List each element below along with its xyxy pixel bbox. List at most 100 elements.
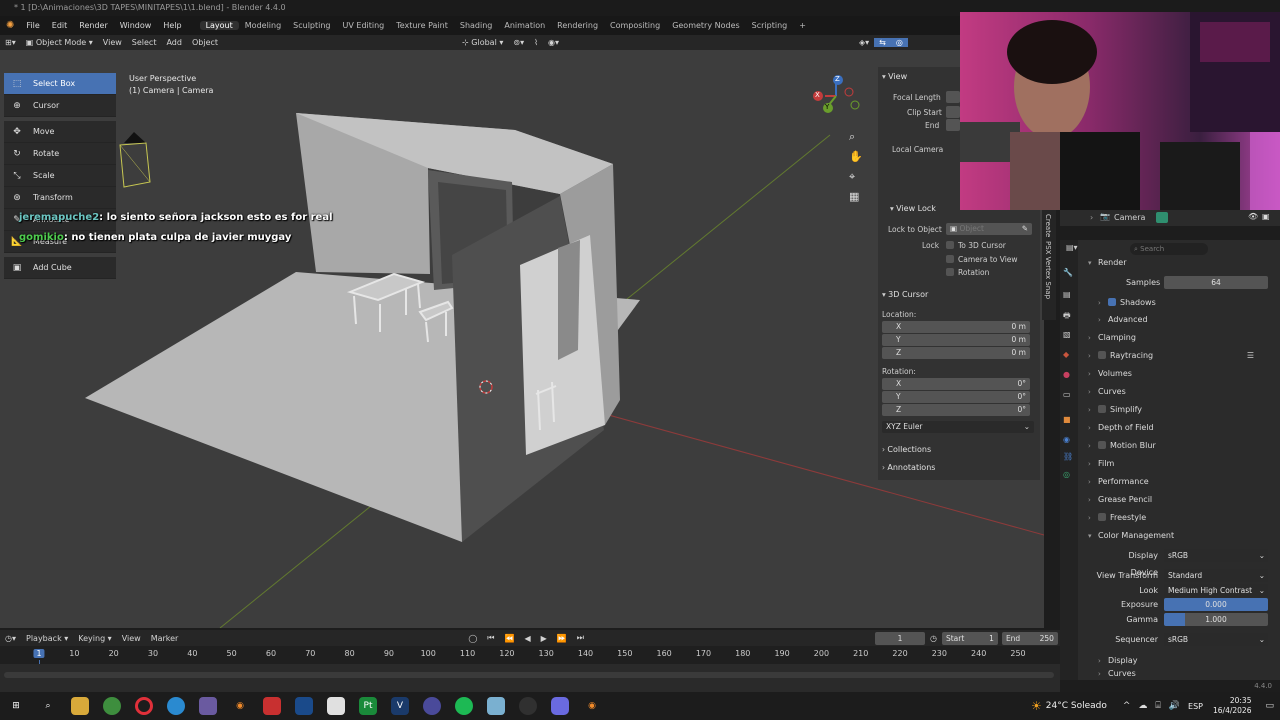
- tab-animation[interactable]: Animation: [498, 21, 551, 30]
- menu-timeline-view[interactable]: View: [117, 634, 146, 643]
- world-tab-icon[interactable]: ●: [1063, 370, 1070, 379]
- look-dropdown[interactable]: Medium High Contrast ⌄: [1164, 584, 1268, 597]
- collection-tab-icon[interactable]: ▭: [1063, 390, 1071, 399]
- checkbox[interactable]: [946, 268, 954, 276]
- start-frame-field[interactable]: Start 1: [941, 631, 998, 645]
- timeline-scrollbar[interactable]: [4, 672, 1054, 678]
- chrome-icon[interactable]: [103, 697, 121, 715]
- motion-blur-checkbox[interactable]: [1098, 441, 1106, 449]
- rotation-mode-dropdown[interactable]: XYZ Euler ⌄: [882, 421, 1034, 433]
- focal-length-field[interactable]: [946, 91, 960, 103]
- display-subsection[interactable]: › Display: [1098, 652, 1280, 669]
- props-editor-type-icon[interactable]: ▤▾: [1066, 243, 1078, 252]
- snap-icon[interactable]: ⌇: [529, 38, 543, 47]
- tool-move[interactable]: ✥ Move: [4, 121, 116, 143]
- rotation-z-field[interactable]: Z 0°: [882, 404, 1030, 416]
- scene-tab-icon[interactable]: ◆: [1063, 350, 1069, 359]
- timeline-editor-icon[interactable]: ◷▾: [0, 634, 21, 643]
- discord-icon[interactable]: [551, 697, 569, 715]
- prev-keyframe-icon[interactable]: ⏪: [500, 634, 520, 643]
- gizmo-toggle-icon[interactable]: ⇆: [874, 38, 891, 47]
- simplify-section[interactable]: › Simplify: [1088, 401, 1274, 418]
- editor-type-icon[interactable]: ⊞▾: [0, 38, 21, 47]
- tab-psx-vertex-snap[interactable]: PSX Vertex Snap: [1044, 241, 1052, 299]
- clamping-section[interactable]: › Clamping: [1088, 329, 1274, 346]
- menu-keying[interactable]: Keying ▾: [73, 634, 116, 643]
- physics-tab-icon[interactable]: ◉: [1063, 435, 1070, 444]
- clock-icon[interactable]: ◷: [925, 634, 942, 643]
- eyedropper-icon[interactable]: ✎: [1022, 223, 1028, 235]
- menu-render[interactable]: Render: [73, 21, 113, 30]
- rotation-x-field[interactable]: X 0°: [882, 378, 1030, 390]
- volumes-section[interactable]: › Volumes: [1088, 365, 1274, 382]
- display-device-dropdown[interactable]: sRGB ⌄: [1164, 549, 1268, 562]
- view-layer-tab-icon[interactable]: ▧: [1063, 330, 1071, 339]
- edge-icon[interactable]: [167, 697, 185, 715]
- volume-icon[interactable]: 🔊: [1169, 701, 1180, 711]
- tab-texture-paint[interactable]: Texture Paint: [390, 21, 454, 30]
- network-icon[interactable]: ⌸: [1155, 701, 1160, 711]
- location-x-field[interactable]: X 0 m: [882, 321, 1030, 333]
- view-section-header[interactable]: ▾ View: [882, 72, 907, 81]
- tab-shading[interactable]: Shading: [454, 21, 499, 30]
- simplify-checkbox[interactable]: [1098, 405, 1106, 413]
- tab-sculpting[interactable]: Sculpting: [287, 21, 336, 30]
- eye-icon[interactable]: 👁: [1248, 212, 1258, 221]
- tab-rendering[interactable]: Rendering: [551, 21, 604, 30]
- depth-of-field-section[interactable]: › Depth of Field: [1088, 419, 1274, 436]
- clock[interactable]: 20:35 16/4/2026: [1213, 696, 1251, 716]
- weather-text[interactable]: 24°C Soleado: [1046, 701, 1107, 711]
- lock-to-cursor-checkbox[interactable]: To 3D Cursor: [946, 241, 1006, 250]
- shadows-subsection[interactable]: › Shadows: [1098, 294, 1280, 311]
- zoom-icon[interactable]: ⌕: [849, 130, 855, 144]
- location-z-field[interactable]: Z 0 m: [882, 347, 1030, 359]
- tab-create[interactable]: Create: [1044, 214, 1052, 237]
- tool-rotate[interactable]: ↻ Rotate: [4, 143, 116, 165]
- tool-add-cube[interactable]: ▣ Add Cube: [4, 257, 116, 279]
- checkbox[interactable]: [946, 241, 954, 249]
- camera-to-view-checkbox[interactable]: Camera to View: [946, 255, 1018, 264]
- tab-scripting[interactable]: Scripting: [746, 21, 794, 30]
- freestyle-section[interactable]: › Freestyle: [1088, 509, 1274, 526]
- rotation-y-field[interactable]: Y 0°: [882, 391, 1030, 403]
- output-tab-icon[interactable]: 🖶: [1063, 310, 1071, 324]
- menu-window[interactable]: Window: [114, 21, 158, 30]
- tab-uv-editing[interactable]: UV Editing: [337, 21, 391, 30]
- timeline-area[interactable]: [0, 664, 1060, 692]
- orientation-dropdown[interactable]: ⊹ Global ▾: [457, 38, 508, 47]
- pycharm-icon[interactable]: Pt: [359, 697, 377, 715]
- list-icon[interactable]: ☰: [1247, 347, 1254, 364]
- tool-transform[interactable]: ⊛ Transform: [4, 187, 116, 209]
- location-y-field[interactable]: Y 0 m: [882, 334, 1030, 346]
- curves-subsection[interactable]: › Curves: [1098, 668, 1280, 680]
- tool-tab-icon[interactable]: 🔧: [1063, 268, 1073, 277]
- data-tab-icon[interactable]: ◎: [1063, 470, 1070, 479]
- grease-pencil-section[interactable]: › Grease Pencil: [1088, 491, 1274, 508]
- v-app-icon[interactable]: V: [391, 697, 409, 715]
- sequencer-dropdown[interactable]: sRGB ⌄: [1164, 633, 1268, 646]
- lock-rotation-checkbox[interactable]: Rotation: [946, 268, 989, 277]
- exposure-slider[interactable]: 0.000: [1164, 598, 1268, 611]
- visibility-icon[interactable]: ◈▾: [854, 38, 874, 47]
- 3d-cursor-section-header[interactable]: ▾ 3D Cursor: [882, 290, 928, 299]
- outliner-row[interactable]: › 📷 Camera 👁 ▣: [1060, 210, 1280, 226]
- video-app-icon[interactable]: [263, 697, 281, 715]
- menu-add[interactable]: Add: [161, 38, 187, 47]
- tool-scale[interactable]: ⤡ Scale: [4, 165, 116, 187]
- blender-logo-icon[interactable]: ✺: [0, 20, 20, 31]
- collections-section-header[interactable]: › Collections: [882, 445, 931, 454]
- curves-section[interactable]: › Curves: [1088, 383, 1274, 400]
- tab-modeling[interactable]: Modeling: [239, 21, 287, 30]
- search-icon[interactable]: ⌕: [39, 697, 57, 715]
- freestyle-checkbox[interactable]: [1098, 513, 1106, 521]
- view-transform-dropdown[interactable]: Standard ⌄: [1164, 569, 1268, 582]
- overlay-toggle-icon[interactable]: ◎: [890, 38, 908, 47]
- perspective-toggle-icon[interactable]: ▦: [849, 190, 859, 203]
- clip-start-field[interactable]: [946, 106, 960, 118]
- weather-icon[interactable]: ☀: [1031, 699, 1042, 713]
- gamma-slider[interactable]: 1.000: [1164, 613, 1268, 626]
- jump-start-icon[interactable]: ⏮: [482, 633, 499, 643]
- mode-dropdown[interactable]: ▣ Object Mode ▾: [21, 38, 98, 47]
- menu-edit[interactable]: Edit: [46, 21, 74, 30]
- play-icon[interactable]: ▶: [536, 634, 552, 643]
